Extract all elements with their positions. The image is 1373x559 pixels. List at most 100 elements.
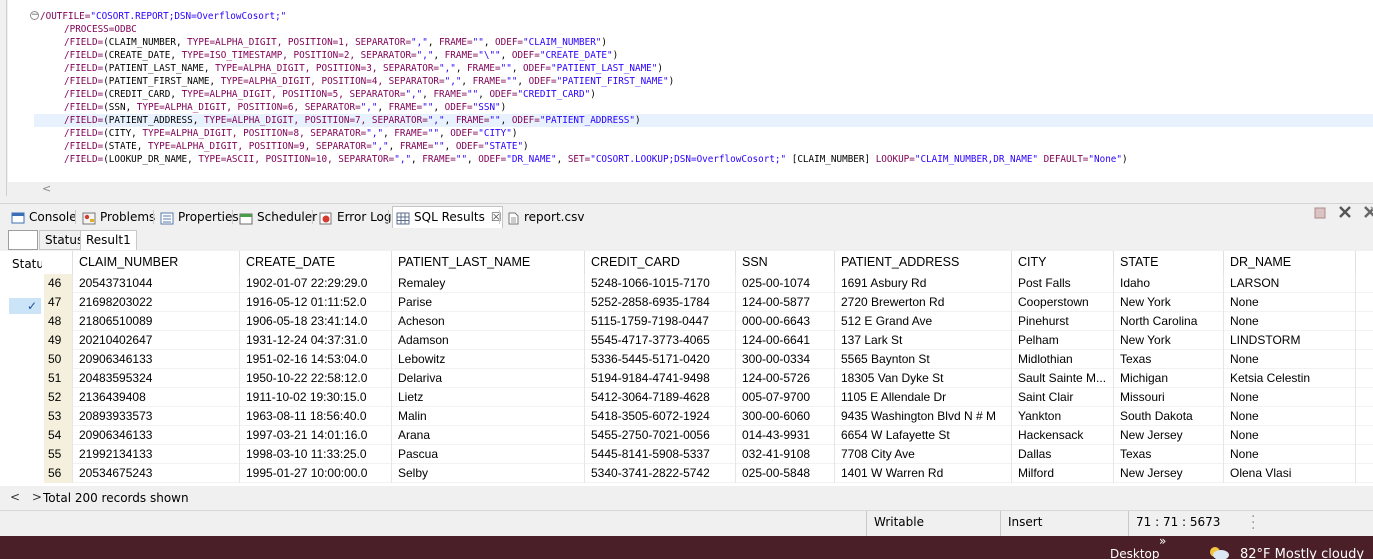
table-cell[interactable]: 20534675243 [73,464,240,483]
code-line[interactable]: /FIELD=(CITY, TYPE=ALPHA_DIGIT, POSITION… [40,127,517,140]
table-cell[interactable]: 025-00-5848 [736,464,835,483]
table-cell[interactable]: Pinehurst [1012,312,1114,331]
code-line[interactable]: /PROCESS=ODBC [40,23,137,36]
table-cell[interactable]: 5252-2858-6935-1784 [585,293,736,312]
table-cell[interactable]: 20483595324 [73,369,240,388]
tab-sql-results[interactable]: SQL Results ☒ [392,206,503,228]
table-cell[interactable]: Sault Sainte M... [1012,369,1114,388]
table-cell[interactable]: 5418-3505-6072-1924 [585,407,736,426]
code-line[interactable]: /FIELD=(SSN, TYPE=ALPHA_DIGIT, POSITION=… [40,101,506,114]
column-header-patient-address[interactable]: PATIENT_ADDRESS [835,251,1012,274]
table-cell[interactable]: 1906-05-18 23:41:14.0 [240,312,392,331]
table-cell[interactable]: Idaho [1114,274,1224,293]
tab-console[interactable]: Console [8,207,77,229]
results-filter-box[interactable] [8,230,38,250]
tab-error-log[interactable]: Error Log [316,207,392,229]
table-cell[interactable]: Missouri [1114,388,1224,407]
table-cell[interactable]: 21698203022 [73,293,240,312]
table-cell[interactable]: Lebowitz [392,350,585,369]
table-cell[interactable]: Olena Vlasi [1224,464,1356,483]
table-cell[interactable]: 300-00-0334 [736,350,835,369]
page-nav-arrows[interactable]: < > [10,490,46,504]
code-line[interactable]: /FIELD=(CREDIT_CARD, TYPE=ALPHA_DIGIT, P… [40,88,596,101]
table-cell[interactable]: North Carolina [1114,312,1224,331]
close-tab-icon[interactable]: ☒ [491,210,502,224]
table-cell[interactable]: LARSON [1224,274,1356,293]
table-cell[interactable]: 5340-3741-2822-5742 [585,464,736,483]
stop-icon[interactable] [1314,207,1326,223]
table-cell[interactable]: New Jersey [1114,426,1224,445]
table-row[interactable]: 56 20534675243 1995-01-27 10:00:00.0 Selby 5… [44,464,1373,483]
table-cell[interactable]: None [1224,445,1356,464]
table-row[interactable]: 55 21992134133 1998-03-10 11:33:25.0 Pascua… [44,445,1373,464]
table-cell[interactable]: Midlothian [1012,350,1114,369]
table-row[interactable]: 51 20483595324 1950-10-22 22:58:12.0 Delari… [44,369,1373,388]
table-cell[interactable]: Acheson [392,312,585,331]
table-cell[interactable]: 5565 Baynton St [835,350,1012,369]
table-cell[interactable]: 1963-08-11 18:56:40.0 [240,407,392,426]
table-cell[interactable]: 1691 Asbury Rd [835,274,1012,293]
table-cell[interactable]: South Dakota [1114,407,1224,426]
table-cell[interactable]: 1995-01-27 10:00:00.0 [240,464,392,483]
table-cell[interactable]: Selby [392,464,585,483]
table-cell[interactable]: 1902-01-07 22:29:29.0 [240,274,392,293]
table-cell[interactable]: 032-41-9108 [736,445,835,464]
table-cell[interactable]: Ketsia Celestin [1224,369,1356,388]
table-cell[interactable]: Malin [392,407,585,426]
table-cell[interactable]: None [1224,312,1356,331]
table-cell[interactable]: 512 E Grand Ave [835,312,1012,331]
scroll-left-icon[interactable]: < [42,182,51,195]
table-cell[interactable]: 137 Lark St [835,331,1012,350]
results-grid[interactable]: CLAIM_NUMBER CREATE_DATE PATIENT_LAST_NAME… [44,251,1373,486]
tab-scheduler[interactable]: Scheduler [236,207,317,229]
tab-report-csv[interactable]: report.csv [503,207,584,229]
editor-horizontal-scrollbar[interactable]: < [34,182,1373,196]
taskbar-desktop-label[interactable]: Desktop [1110,547,1160,559]
table-cell[interactable]: 7708 City Ave [835,445,1012,464]
table-cell[interactable]: 124-00-5877 [736,293,835,312]
table-cell[interactable]: Delariva [392,369,585,388]
column-header-create-date[interactable]: CREATE_DATE [240,251,392,274]
code-line[interactable]: /FIELD=(LOOKUP_DR_NAME, TYPE=ASCII, POSI… [40,153,1128,166]
column-header-state[interactable]: STATE [1114,251,1224,274]
code-line[interactable]: /FIELD=(PATIENT_FIRST_NAME, TYPE=ALPHA_D… [40,75,674,88]
table-cell[interactable]: Cooperstown [1012,293,1114,312]
remove-all-icon[interactable] [1338,205,1352,223]
table-cell[interactable]: None [1224,293,1356,312]
column-header-credit-card[interactable]: CREDIT_CARD [585,251,736,274]
code-line[interactable]: /FIELD=(CLAIM_NUMBER, TYPE=ALPHA_DIGIT, … [40,36,607,49]
table-cell[interactable]: Lietz [392,388,585,407]
table-cell[interactable]: 5115-1759-7198-0447 [585,312,736,331]
table-cell[interactable]: 000-00-6643 [736,312,835,331]
table-cell[interactable]: 20906346133 [73,426,240,445]
table-cell[interactable]: 025-00-1074 [736,274,835,293]
table-cell[interactable]: New York [1114,331,1224,350]
table-cell[interactable]: None [1224,350,1356,369]
table-cell[interactable]: Texas [1114,350,1224,369]
table-cell[interactable]: 1401 W Warren Rd [835,464,1012,483]
fold-collapse-icon[interactable]: − [30,11,39,20]
table-cell[interactable]: 1105 E Allendale Dr [835,388,1012,407]
chevron-right-icon[interactable]: » [1159,534,1166,548]
table-cell[interactable]: None [1224,388,1356,407]
table-row[interactable]: 48 21806510089 1906-05-18 23:41:14.0 Acheso… [44,312,1373,331]
table-cell[interactable]: 124-00-5726 [736,369,835,388]
table-cell[interactable]: Remaley [392,274,585,293]
table-cell[interactable]: Post Falls [1012,274,1114,293]
table-cell[interactable]: New York [1114,293,1224,312]
editor-text-area[interactable]: /OUTFILE="COSORT.REPORT;DSN=OverflowCoso… [34,0,1373,182]
table-cell[interactable]: 20210402647 [73,331,240,350]
table-cell[interactable]: 5336-5445-5171-0420 [585,350,736,369]
table-cell[interactable]: 5545-4717-3773-4065 [585,331,736,350]
table-cell[interactable]: 1997-03-21 14:01:16.0 [240,426,392,445]
code-line[interactable]: /FIELD=(PATIENT_LAST_NAME, TYPE=ALPHA_DI… [40,62,663,75]
table-row[interactable]: 52 2136439408 1911-10-02 19:30:15.0 Lietz 54… [44,388,1373,407]
table-cell[interactable]: Saint Clair [1012,388,1114,407]
tab-problems[interactable]: Problems [79,207,155,229]
table-cell[interactable]: Parise [392,293,585,312]
column-header-ssn[interactable]: SSN [736,251,835,274]
table-row[interactable]: 46 20543731044 1902-01-07 22:29:29.0 Remale… [44,274,1373,293]
table-cell[interactable]: New Jersey [1114,464,1224,483]
table-cell[interactable]: 1911-10-02 19:30:15.0 [240,388,392,407]
cloud-sun-icon[interactable] [1208,545,1230,559]
